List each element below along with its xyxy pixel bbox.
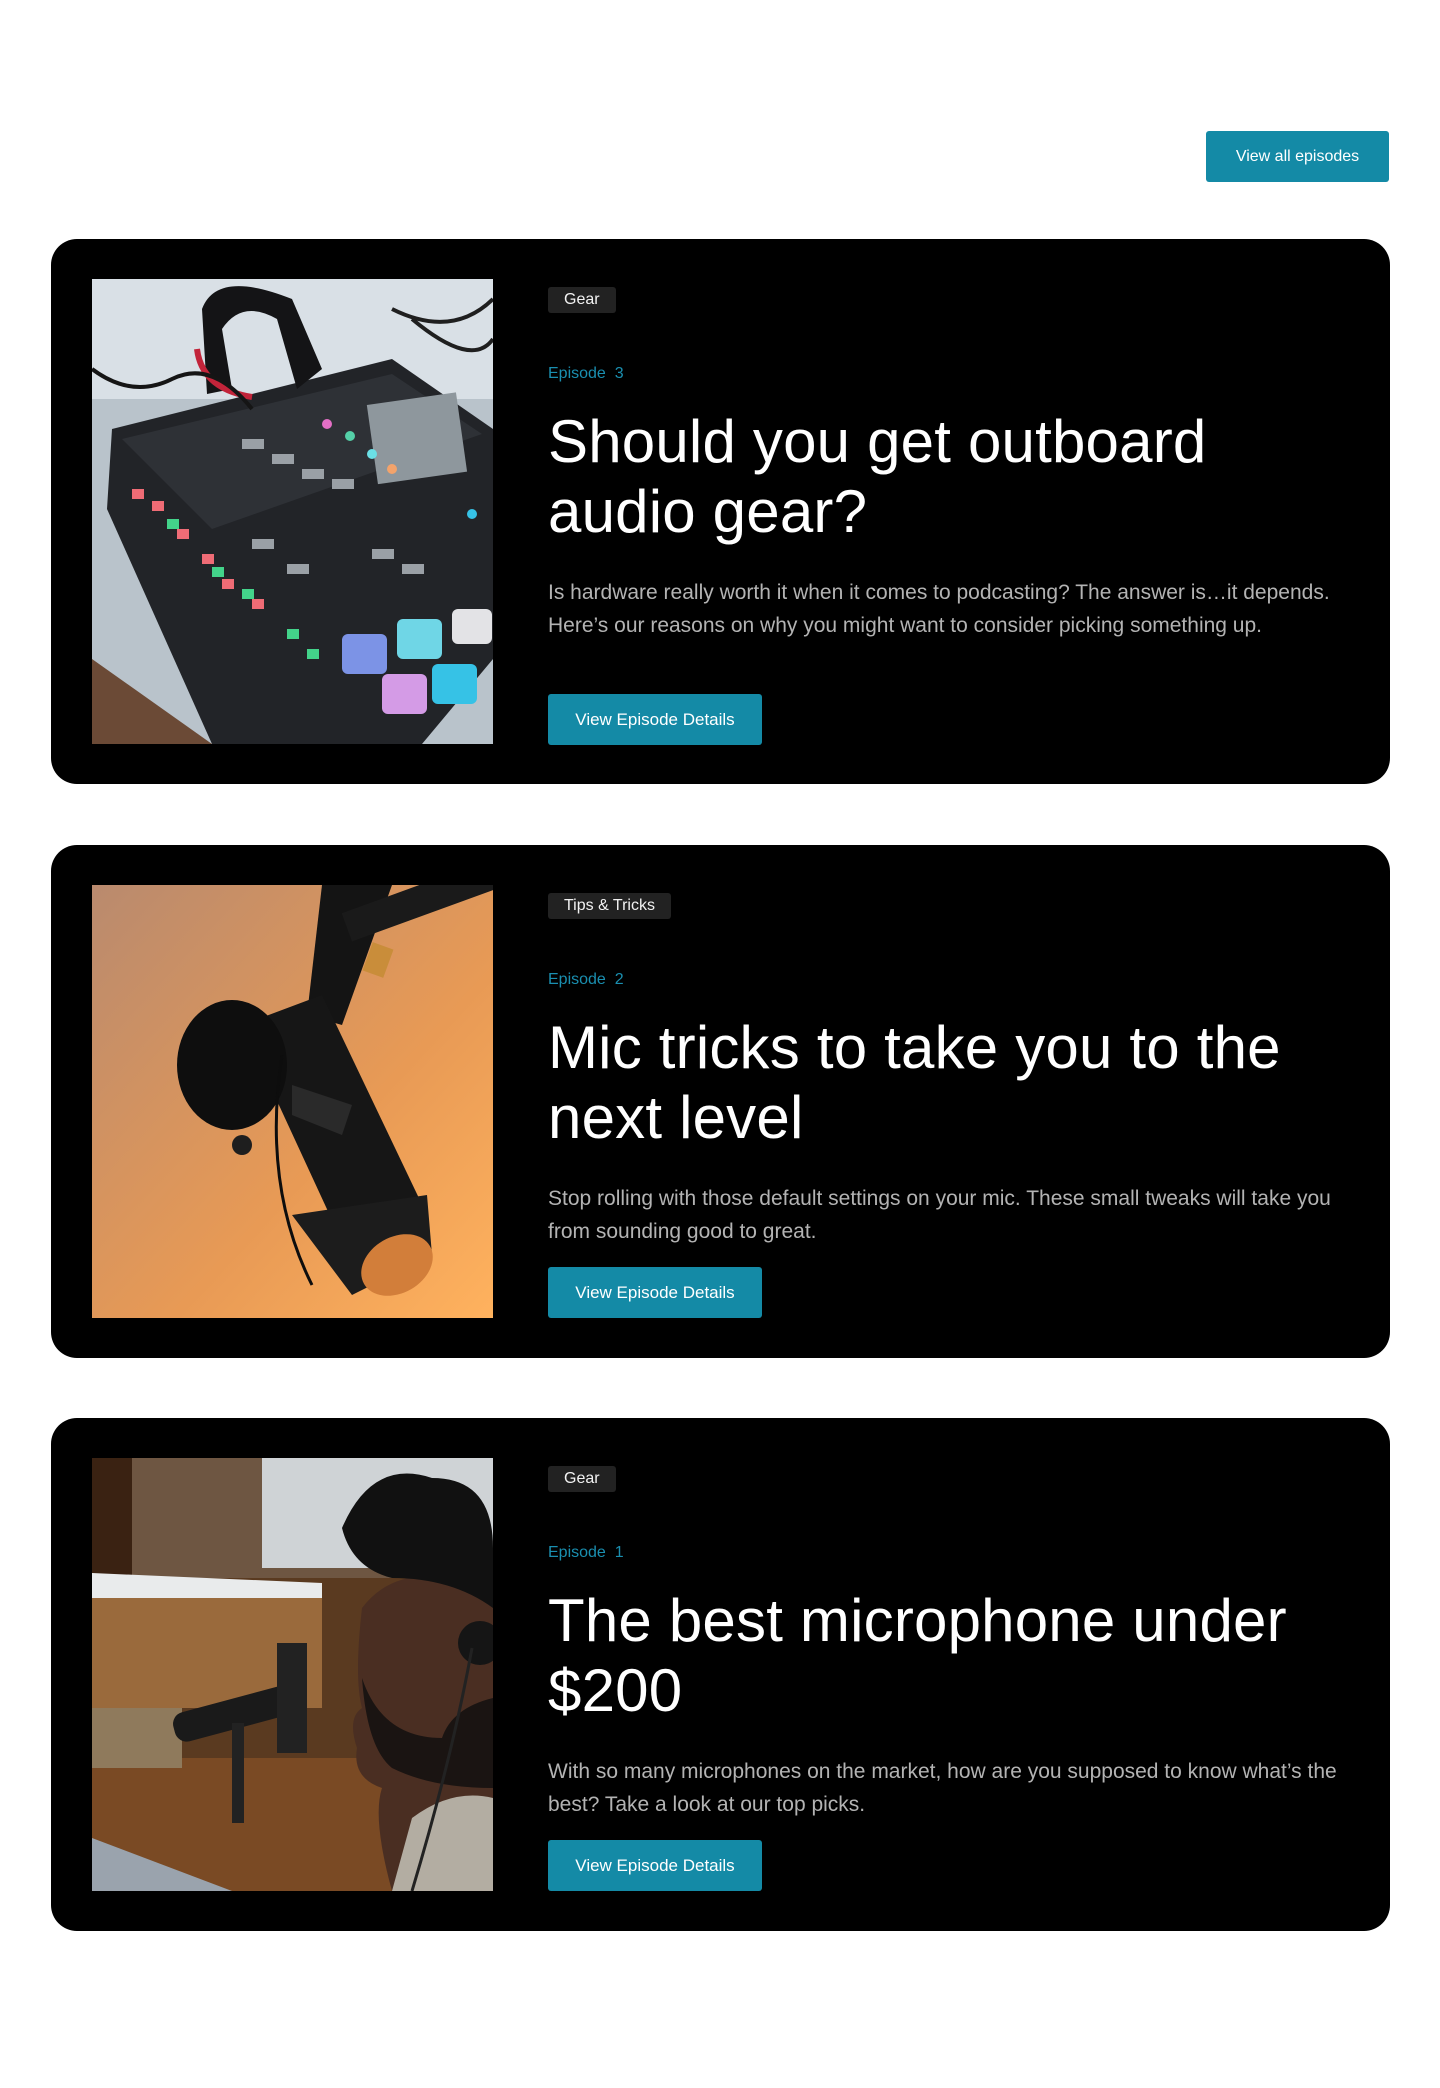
episode-title: Should you get outboard audio gear? — [548, 408, 1207, 545]
podcaster-image — [92, 1458, 493, 1891]
category-tag: Tips & Tricks — [548, 893, 671, 919]
microphone-image — [92, 885, 493, 1318]
episode-description: Stop rolling with those default settings… — [548, 1187, 1331, 1243]
view-episode-details-button[interactable]: View Episode Details — [548, 1840, 762, 1891]
episode-number: Episode 1 — [548, 1544, 624, 1561]
episode-description: With so many microphones on the market, … — [548, 1760, 1337, 1816]
audio-mixer-image — [92, 279, 493, 744]
category-tag: Gear — [548, 287, 616, 313]
category-tag: Gear — [548, 1466, 616, 1492]
episode-description: Is hardware really worth it when it come… — [548, 581, 1330, 637]
view-all-episodes-button[interactable]: View all episodes — [1206, 131, 1389, 182]
view-episode-details-button[interactable]: View Episode Details — [548, 1267, 762, 1318]
episode-card: Tips & Tricks Episode 2 Mic tricks to ta… — [51, 845, 1390, 1358]
episode-title: Mic tricks to take you to the next level — [548, 1014, 1281, 1151]
episode-card: Gear Episode 3 Should you get outboard a… — [51, 239, 1390, 784]
episode-card: Gear Episode 1 The best microphone under… — [51, 1418, 1390, 1931]
episode-number: Episode 3 — [548, 365, 624, 382]
view-episode-details-button[interactable]: View Episode Details — [548, 694, 762, 745]
episode-title: The best microphone under $200 — [548, 1587, 1287, 1724]
episode-number: Episode 2 — [548, 971, 624, 988]
